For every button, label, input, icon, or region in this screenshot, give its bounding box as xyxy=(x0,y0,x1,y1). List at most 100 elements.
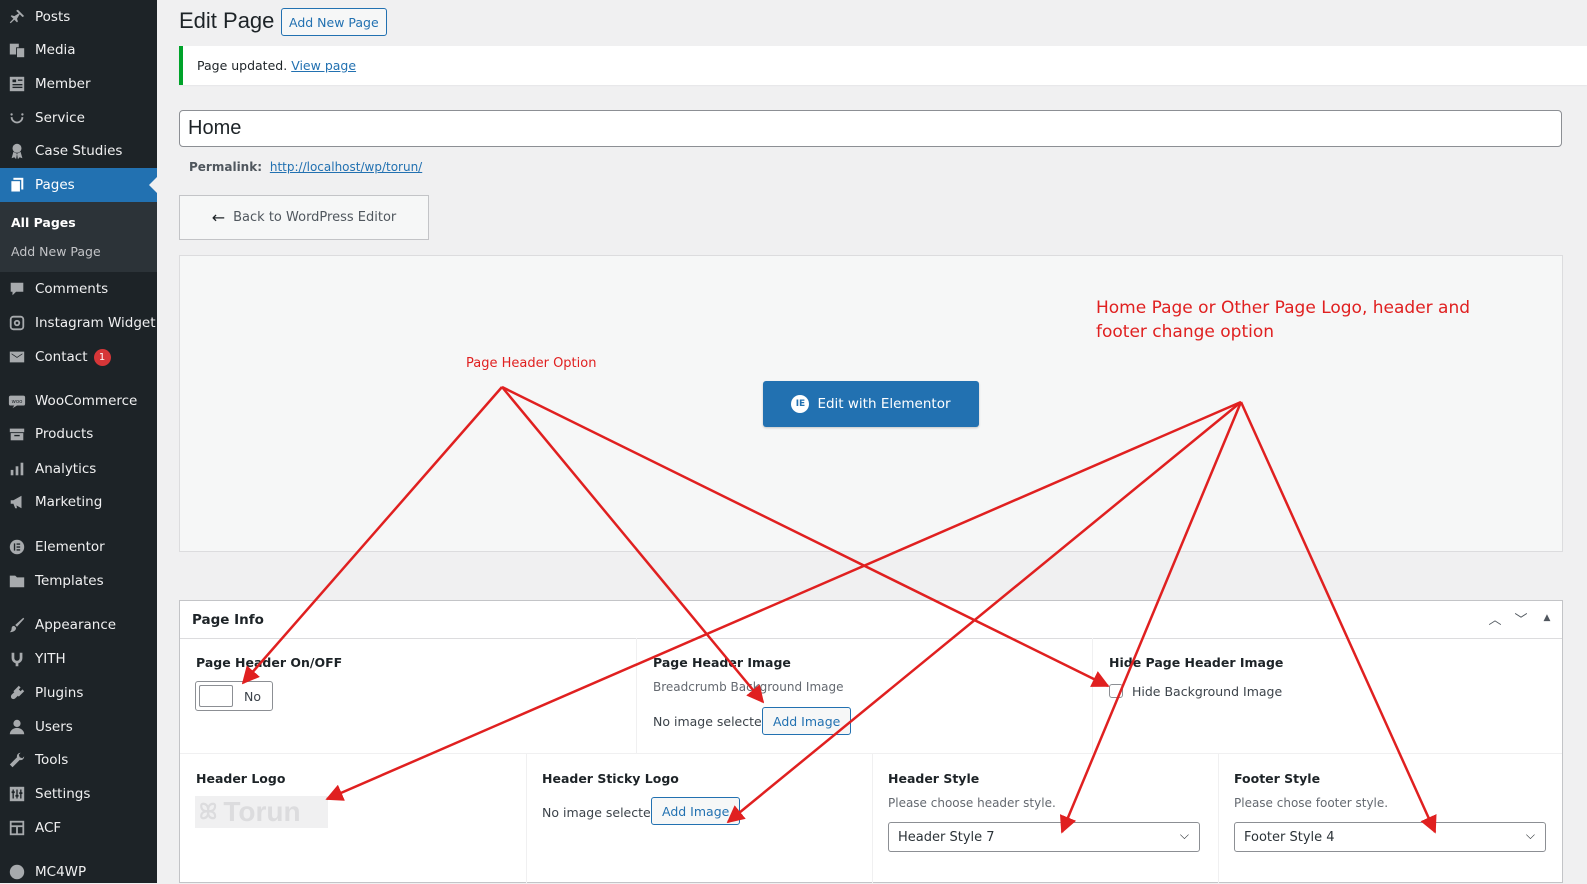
back-button-label: Back to WordPress Editor xyxy=(233,210,397,225)
sidebar-item-label: Posts xyxy=(35,9,71,25)
sidebar-item-label: Pages xyxy=(35,177,75,193)
page-header-toggle-label: Page Header On/OFF xyxy=(196,655,343,670)
sidebar-item-plugins[interactable]: Plugins xyxy=(0,676,157,710)
sidebar-item-tools[interactable]: Tools xyxy=(0,743,157,777)
sidebar-item-label: Analytics xyxy=(35,461,97,477)
sidebar-item-label: Case Studies xyxy=(35,143,123,159)
mc4wp-icon xyxy=(7,862,27,882)
pin-icon xyxy=(7,7,27,27)
header-style-select[interactable]: Header Style 7 ⌵ xyxy=(888,822,1200,852)
sidebar-item-posts[interactable]: Posts xyxy=(0,0,157,34)
brush-icon xyxy=(7,615,27,635)
media-icon xyxy=(7,40,27,60)
move-down-icon[interactable]: ﹀ xyxy=(1512,609,1530,628)
submenu-item-all-pages[interactable]: All Pages xyxy=(11,215,76,230)
page-header-image-status: No image selected xyxy=(653,714,770,729)
toggle-knob xyxy=(199,685,233,707)
sidebar-item-acf[interactable]: ACF xyxy=(0,811,157,845)
sidebar-item-instagram-widget[interactable]: Instagram Widget xyxy=(0,306,157,340)
sidebar-item-contact[interactable]: Contact 1 xyxy=(0,340,157,374)
sidebar-item-woocommerce[interactable]: woo WooCommerce xyxy=(0,384,157,418)
view-page-link[interactable]: View page xyxy=(291,58,356,73)
notice-text: Page updated. xyxy=(197,58,288,73)
sidebar-item-products[interactable]: Products xyxy=(0,417,157,451)
instagram-icon xyxy=(7,313,27,333)
users-icon xyxy=(7,717,27,737)
pages-icon xyxy=(7,175,27,195)
sidebar-item-case-studies[interactable]: Case Studies xyxy=(0,134,157,168)
arrow-left-icon: ← xyxy=(211,208,226,227)
header-style-label: Header Style xyxy=(888,771,980,786)
permalink-link[interactable]: http://localhost/wp/torun/ xyxy=(270,160,422,174)
sidebar-item-media[interactable]: Media xyxy=(0,33,157,67)
column-divider xyxy=(872,754,873,884)
add-new-page-button[interactable]: Add New Page xyxy=(281,8,387,36)
notification-badge: 1 xyxy=(93,348,111,366)
yith-icon xyxy=(7,649,27,669)
header-sticky-logo-add-image-button[interactable]: Add Image xyxy=(651,797,741,825)
collapse-icon[interactable]: ▲ xyxy=(1538,609,1556,628)
pages-submenu: All Pages Add New Page xyxy=(0,202,157,272)
sidebar-item-service[interactable]: Service xyxy=(0,101,157,135)
sidebar-item-marketing[interactable]: Marketing xyxy=(0,485,157,519)
analytics-icon xyxy=(7,459,27,479)
sidebar-item-settings[interactable]: Settings xyxy=(0,777,157,811)
metabox-title: Page Info xyxy=(192,611,264,628)
sidebar-item-mc4wp[interactable]: MC4WP xyxy=(0,855,157,883)
products-icon xyxy=(7,424,27,444)
page-header-image-desc: Breadcrumb Background Image xyxy=(653,680,844,694)
annotation-page-header-option: Page Header Option xyxy=(466,356,597,371)
move-up-icon[interactable]: ︿ xyxy=(1486,609,1504,628)
sidebar-item-comments[interactable]: Comments xyxy=(0,272,157,306)
toggle-state: No xyxy=(244,689,261,704)
sidebar-item-pages[interactable]: Pages xyxy=(0,168,157,202)
acf-icon xyxy=(7,818,27,838)
sidebar-item-label: Service xyxy=(35,110,85,126)
success-notice: Page updated. View page xyxy=(179,46,1587,85)
sidebar-item-templates[interactable]: Templates xyxy=(0,564,157,598)
wrench-icon xyxy=(7,750,27,770)
metabox-controls: ︿ ﹀ ▲ xyxy=(1486,609,1556,628)
logo-text: Torun xyxy=(223,796,301,827)
footer-style-select[interactable]: Footer Style 4 ⌵ xyxy=(1234,822,1546,852)
page-header-add-image-button[interactable]: Add Image xyxy=(762,707,852,735)
sidebar-item-label: Member xyxy=(35,76,91,92)
column-divider xyxy=(526,754,527,884)
sidebar-item-label: Appearance xyxy=(35,617,117,633)
hide-page-header-image-label: Hide Page Header Image xyxy=(1109,655,1284,670)
annotation-logo-option-line1: Home Page or Other Page Logo, header and xyxy=(1096,298,1471,318)
svg-text:woo: woo xyxy=(12,399,23,405)
plugin-icon xyxy=(7,683,27,703)
annotation-logo-option-line2: footer change option xyxy=(1096,322,1275,342)
sidebar-item-elementor[interactable]: Elementor xyxy=(0,530,157,564)
header-logo-image: ꕤ Torun xyxy=(195,796,328,828)
page-header-image-label: Page Header Image xyxy=(653,655,791,670)
page-header-toggle[interactable]: No xyxy=(195,681,273,711)
logo-symbol-icon: ꕤ xyxy=(199,799,218,824)
elementor-button-label: Edit with Elementor xyxy=(817,396,951,412)
header-style-value: Header Style 7 xyxy=(898,829,995,845)
sidebar-item-analytics[interactable]: Analytics xyxy=(0,452,157,486)
sidebar-item-users[interactable]: Users xyxy=(0,710,157,744)
settings-icon xyxy=(7,784,27,804)
submenu-item-add-new-page[interactable]: Add New Page xyxy=(11,244,101,259)
hide-background-image-checkbox[interactable] xyxy=(1109,684,1123,698)
sidebar-item-yith[interactable]: YITH xyxy=(0,642,157,676)
post-title-input[interactable]: Home xyxy=(179,110,1562,147)
hide-background-image-label[interactable]: Hide Background Image xyxy=(1132,684,1282,699)
edit-with-elementor-button[interactable]: IE Edit with Elementor xyxy=(763,381,979,427)
service-icon xyxy=(7,108,27,128)
sidebar-item-label: WooCommerce xyxy=(35,393,138,409)
header-style-desc: Please choose header style. xyxy=(888,796,1056,810)
sidebar-item-label: ACF xyxy=(35,820,62,836)
member-icon xyxy=(7,74,27,94)
footer-style-label: Footer Style xyxy=(1234,771,1321,786)
sidebar-item-appearance[interactable]: Appearance xyxy=(0,608,157,642)
sidebar-item-member[interactable]: Member xyxy=(0,67,157,101)
chevron-down-icon: ⌵ xyxy=(1525,828,1535,842)
sidebar-item-label: Comments xyxy=(35,281,109,297)
metabox-header: Page Info ︿ ﹀ ▲ xyxy=(180,601,1562,639)
back-to-wordpress-editor-button[interactable]: ← Back to WordPress Editor xyxy=(179,195,429,240)
megaphone-icon xyxy=(7,492,27,512)
sidebar-item-label: Settings xyxy=(35,786,91,802)
